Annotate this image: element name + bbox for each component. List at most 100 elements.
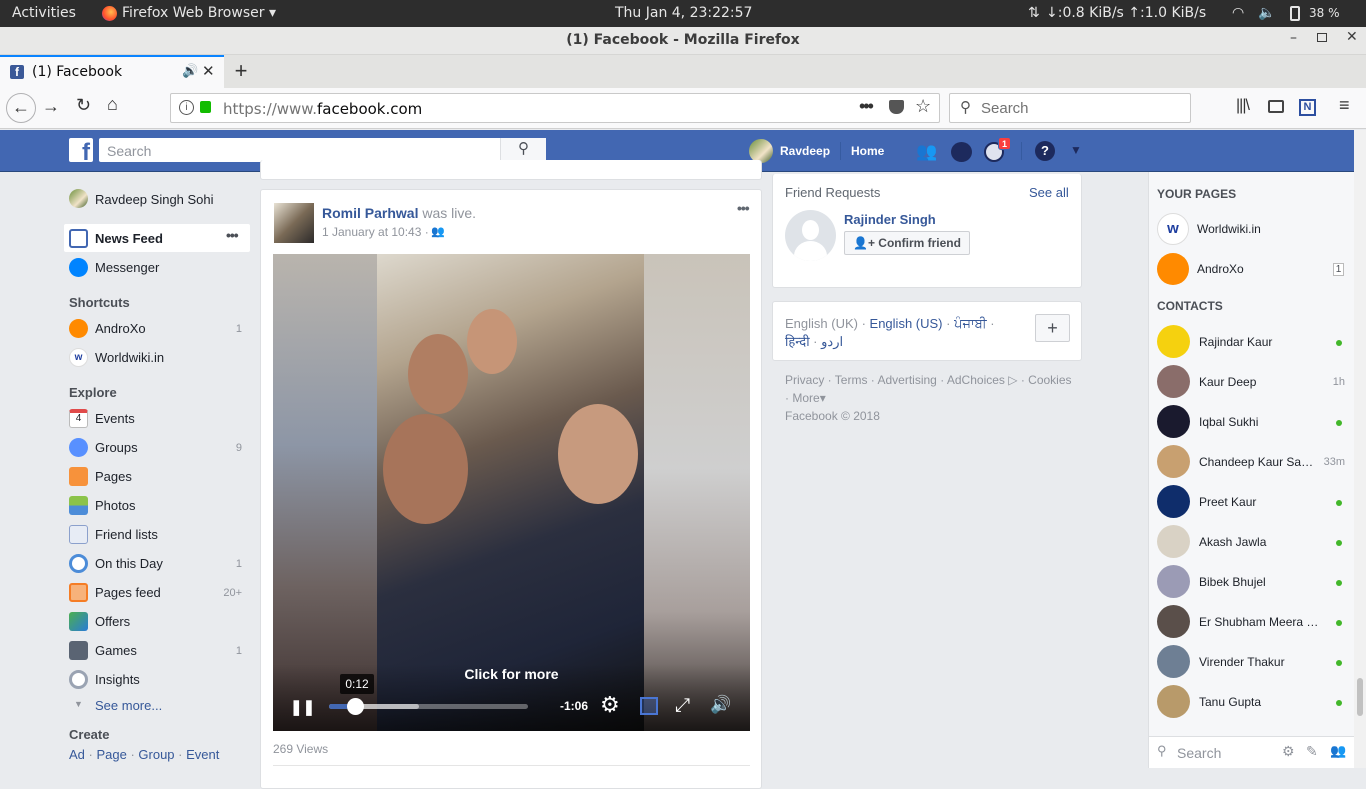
language-hindi[interactable]: हिन्दी	[785, 334, 810, 349]
footer-adchoices[interactable]: AdChoices	[947, 373, 1005, 387]
profile-avatar[interactable]	[69, 189, 88, 208]
explore-groups[interactable]: Groups	[95, 440, 138, 455]
explore-pages-feed[interactable]: Pages feed	[95, 585, 161, 600]
live-video-player[interactable]: Click for more 0:12 ❚❚ -1:06 ⚙ ⤢ 🔊	[273, 254, 750, 731]
volume-icon[interactable]: 🔊	[710, 695, 731, 715]
language-en-us[interactable]: English (US)	[870, 316, 943, 331]
post-timestamp[interactable]: 1 January at 10:43 ·	[322, 225, 429, 239]
post-author-link[interactable]: Romil Parhwal	[322, 205, 418, 221]
info-icon[interactable]: i	[179, 100, 194, 115]
explore-insights[interactable]: Insights	[95, 672, 140, 687]
back-button[interactable]: ←	[6, 93, 36, 123]
explore-pages[interactable]: Pages	[95, 469, 132, 484]
wifi-icon[interactable]: ◠	[1232, 5, 1244, 21]
profile-name[interactable]: Ravdeep Singh Sohi	[95, 192, 214, 207]
messenger-icon[interactable]	[951, 142, 972, 162]
url-bar[interactable]: i https://www.facebook.com ••• ☆	[170, 93, 940, 123]
explore-photos[interactable]: Photos	[95, 498, 135, 513]
new-message-icon[interactable]: ✎	[1306, 743, 1318, 760]
library-icon[interactable]: |||\	[1236, 97, 1250, 115]
contact-item[interactable]: Virender Thakur	[1157, 645, 1347, 679]
home-link[interactable]: Home	[851, 144, 884, 158]
see-more-link[interactable]: See more...	[95, 698, 162, 713]
extension-n-icon[interactable]: N	[1299, 99, 1316, 116]
facebook-logo-icon[interactable]: f	[69, 138, 93, 162]
create-group-link[interactable]: Group	[138, 747, 174, 762]
footer-cookies[interactable]: Cookies	[1028, 373, 1071, 387]
chat-search-input[interactable]: Search	[1177, 745, 1221, 761]
explore-offers[interactable]: Offers	[95, 614, 130, 629]
news-feed-options-icon[interactable]: •••	[226, 227, 239, 243]
tab-facebook[interactable]: f (1) Facebook 🔊 ✕	[0, 55, 224, 88]
footer-privacy[interactable]: Privacy	[785, 373, 824, 387]
settings-gear-icon[interactable]: ⚙	[600, 692, 620, 718]
confirm-friend-button[interactable]: 👤+ Confirm friend	[844, 231, 970, 255]
explore-friend-lists[interactable]: Friend lists	[95, 527, 158, 542]
friend-request-avatar[interactable]	[785, 210, 836, 261]
reload-button[interactable]: ↻	[76, 95, 91, 116]
contact-item[interactable]: Preet Kaur	[1157, 485, 1347, 519]
forward-button[interactable]: →	[42, 96, 60, 117]
shortcut-androxo[interactable]: AndroXo	[95, 321, 146, 336]
close-window-button[interactable]: ✕	[1346, 29, 1358, 45]
explore-on-this-day[interactable]: On this Day	[95, 556, 163, 571]
facebook-search-button[interactable]: ⚲	[500, 138, 546, 162]
language-punjabi[interactable]: ਪੰਜਾਬੀ	[954, 316, 987, 331]
contact-item[interactable]: Tanu Gupta	[1157, 685, 1347, 719]
clock[interactable]: Thu Jan 4, 23:22:57	[615, 5, 752, 21]
post-options-icon[interactable]: •••	[737, 200, 750, 216]
contact-item[interactable]: Chandeep Kaur Sa… 33m	[1157, 445, 1347, 479]
chat-options-gear-icon[interactable]: ⚙	[1282, 743, 1295, 760]
account-menu-chevron-down-icon[interactable]: ▼	[1070, 143, 1082, 157]
contact-item[interactable]: Rajindar Kaur	[1157, 325, 1347, 359]
page-actions-icon[interactable]: •••	[859, 96, 874, 117]
messenger-nav-label[interactable]: Messenger	[95, 260, 159, 275]
pocket-icon[interactable]	[889, 100, 904, 114]
profile-link[interactable]: Ravdeep	[780, 144, 830, 158]
audience-friends-icon[interactable]: 👥	[431, 225, 445, 238]
create-event-link[interactable]: Event	[186, 747, 219, 762]
picture-in-picture-icon[interactable]	[640, 697, 658, 715]
bookmark-star-icon[interactable]: ☆	[915, 96, 931, 117]
contact-item[interactable]: Kaur Deep 1h	[1157, 365, 1347, 399]
scrollbar-thumb[interactable]	[1357, 678, 1363, 716]
add-language-button[interactable]: +	[1035, 314, 1070, 342]
facebook-search-input[interactable]: Search ⚲	[99, 138, 546, 162]
create-group-icon[interactable]: 👥	[1330, 743, 1346, 759]
video-scrubber-handle[interactable]	[346, 698, 364, 715]
home-button[interactable]: ⌂	[107, 94, 118, 115]
new-tab-button[interactable]: +	[232, 58, 250, 84]
explore-games[interactable]: Games	[95, 643, 137, 658]
contact-item[interactable]: Bibek Bhujel	[1157, 565, 1347, 599]
maximize-button[interactable]	[1317, 33, 1327, 42]
page-worldwiki[interactable]: Worldwiki.in	[1197, 222, 1261, 236]
browser-search-box[interactable]: ⚲ Search	[949, 93, 1191, 123]
page-androxo[interactable]: AndroXo	[1197, 262, 1244, 276]
menu-hamburger-icon[interactable]: ≡	[1339, 95, 1350, 116]
language-urdu[interactable]: اردو	[821, 334, 843, 349]
page-scrollbar[interactable]	[1354, 130, 1366, 768]
activities-button[interactable]: Activities	[12, 5, 76, 21]
video-progress-track[interactable]	[329, 698, 528, 715]
sidebar-toggle-icon[interactable]	[1268, 100, 1284, 113]
fullscreen-icon[interactable]: ⤢	[675, 695, 690, 717]
pause-button[interactable]: ❚❚	[290, 698, 315, 716]
see-all-link[interactable]: See all	[1029, 185, 1069, 200]
contact-item[interactable]: Iqbal Sukhi	[1157, 405, 1347, 439]
footer-terms[interactable]: Terms	[835, 373, 868, 387]
explore-events[interactable]: Events	[95, 411, 135, 426]
close-tab-icon[interactable]: ✕	[202, 62, 215, 80]
url-text[interactable]: https://www.facebook.com	[223, 100, 422, 118]
contact-item[interactable]: Er Shubham Meera …	[1157, 605, 1347, 639]
create-page-link[interactable]: Page	[96, 747, 126, 762]
contact-item[interactable]: Akash Jawla	[1157, 525, 1347, 559]
help-icon[interactable]: ?	[1035, 141, 1055, 161]
battery-icon[interactable]	[1290, 6, 1300, 21]
footer-more[interactable]: More	[792, 391, 819, 405]
volume-icon[interactable]: 🔈	[1258, 5, 1275, 21]
friend-requests-icon[interactable]: 👥	[916, 142, 937, 162]
footer-advertising[interactable]: Advertising	[877, 373, 936, 387]
app-menu[interactable]: Firefox Web Browser ▾	[122, 5, 276, 21]
friend-request-name[interactable]: Rajinder Singh	[844, 212, 936, 227]
tab-audio-icon[interactable]: 🔊	[182, 63, 198, 79]
